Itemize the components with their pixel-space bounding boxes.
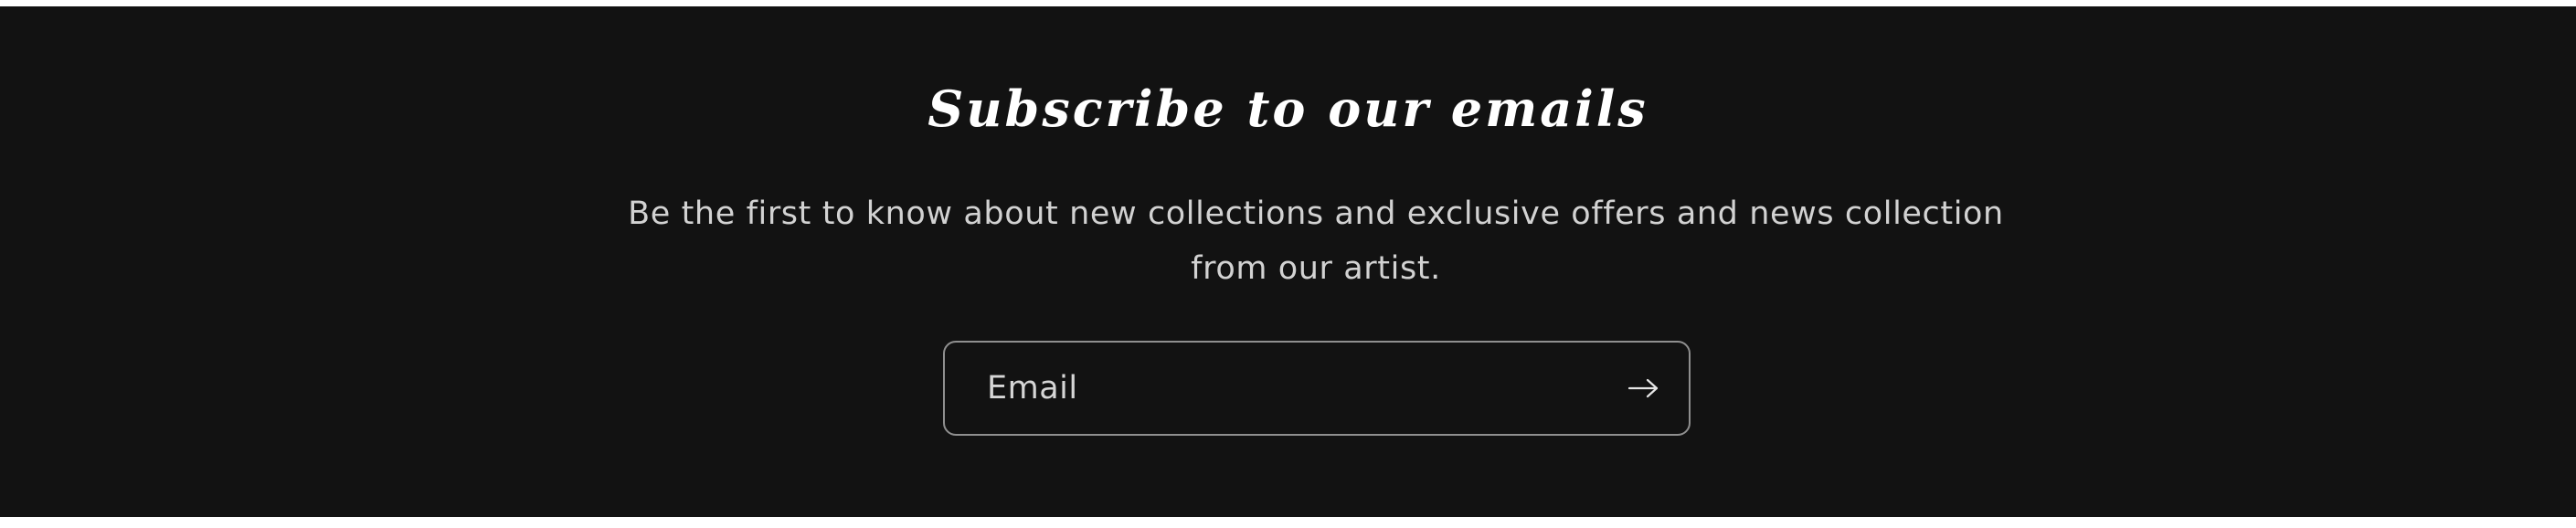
- newsletter-form: [943, 341, 1691, 436]
- bottom-divider: [0, 517, 2576, 528]
- newsletter-section: Subscribe to our emails Be the first to …: [0, 6, 2576, 517]
- email-field[interactable]: [945, 343, 1603, 434]
- arrow-right-icon: [1627, 378, 1659, 398]
- top-divider: [0, 0, 2576, 6]
- subscribe-submit-button[interactable]: [1619, 364, 1669, 413]
- newsletter-description: Be the first to know about new collectio…: [628, 195, 2004, 287]
- newsletter-heading: Subscribe to our emails: [928, 79, 1648, 138]
